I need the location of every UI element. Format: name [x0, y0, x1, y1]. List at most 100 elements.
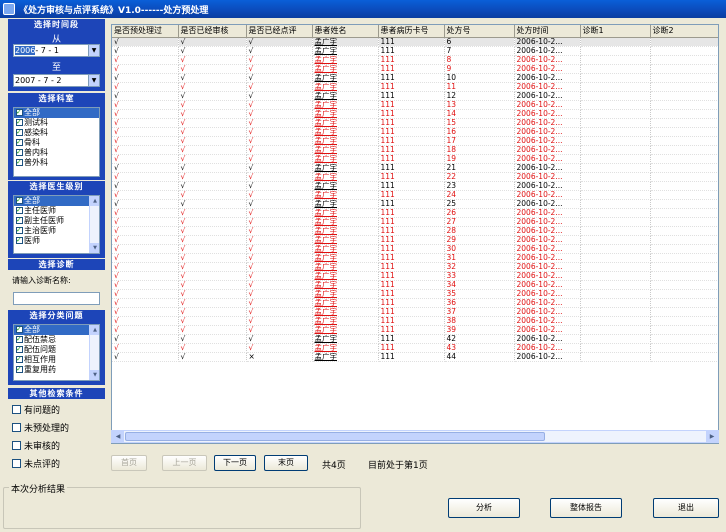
- table-row[interactable]: √ √ √ 孟广宇 111 36 2006-10-2...: [112, 298, 718, 308]
- checkbox-icon[interactable]: [16, 215, 23, 225]
- table-row[interactable]: √ √ √ 孟广宇 111 16 2006-10-2...: [112, 127, 718, 137]
- checkbox-icon[interactable]: [16, 157, 23, 167]
- problem-type-list[interactable]: 全部 配伍禁忌 配伍问题 相互作用 重复用药 ▲ ▼: [13, 324, 100, 381]
- scroll-down-icon[interactable]: ▼: [90, 243, 99, 253]
- table-row[interactable]: √ √ √ 孟广宇 111 22 2006-10-2...: [112, 172, 718, 182]
- table-row[interactable]: √ √ √ 孟广宇 111 21 2006-10-2...: [112, 163, 718, 173]
- table-row[interactable]: √ √ √ 孟广宇 111 24 2006-10-2...: [112, 190, 718, 200]
- checkbox-icon[interactable]: [16, 325, 23, 334]
- table-row[interactable]: √ √ √ 孟广宇 111 14 2006-10-2...: [112, 109, 718, 119]
- column-header[interactable]: 患者病历卡号: [378, 25, 445, 38]
- column-header[interactable]: 是否预处理过: [112, 25, 179, 38]
- checkbox-icon[interactable]: [16, 235, 23, 245]
- checkbox-icon[interactable]: [12, 405, 21, 414]
- column-header[interactable]: 处方时间: [514, 25, 581, 38]
- first-page-button[interactable]: 首页: [111, 455, 147, 471]
- column-header[interactable]: 患者姓名: [312, 25, 379, 38]
- scroll-right-icon[interactable]: ▶: [706, 431, 718, 442]
- table-row[interactable]: √ √ √ 孟广宇 111 30 2006-10-2...: [112, 244, 718, 254]
- table-row[interactable]: √ √ √ 孟广宇 111 27 2006-10-2...: [112, 217, 718, 227]
- table-row[interactable]: √ √ √ 孟广宇 111 19 2006-10-2...: [112, 154, 718, 164]
- checkbox-icon[interactable]: [16, 225, 23, 235]
- last-page-button[interactable]: 末页: [264, 455, 308, 471]
- to-date-picker[interactable]: 2007 - 7 - 2 ▼: [13, 74, 100, 87]
- table-row[interactable]: √ √ × 孟广宇 111 44 2006-10-2...: [112, 352, 718, 362]
- problem-type-item[interactable]: 相互作用: [14, 354, 99, 365]
- filter-not-preprocessed[interactable]: 未预处理的: [12, 421, 69, 434]
- doctor-level-item[interactable]: 医师: [14, 235, 99, 246]
- overall-report-button[interactable]: 整体报告: [550, 498, 622, 518]
- department-item[interactable]: 骨科: [14, 137, 99, 148]
- table-row[interactable]: √ √ √ 孟广宇 111 28 2006-10-2...: [112, 226, 718, 236]
- diagnosis-input[interactable]: [13, 292, 100, 305]
- doctor-level-list[interactable]: 全部 主任医师 副主任医师 主治医师 医师 ▲ ▼: [13, 195, 100, 254]
- checkbox-icon[interactable]: [16, 354, 23, 364]
- column-header[interactable]: 处方号: [444, 25, 515, 38]
- table-row[interactable]: √ √ √ 孟广宇 111 12 2006-10-2...: [112, 91, 718, 101]
- table-row[interactable]: √ √ √ 孟广宇 111 31 2006-10-2...: [112, 253, 718, 263]
- table-row[interactable]: √ √ √ 孟广宇 111 23 2006-10-2...: [112, 181, 718, 191]
- department-item[interactable]: 普内科: [14, 147, 99, 158]
- checkbox-icon[interactable]: [16, 334, 23, 344]
- column-header[interactable]: 是否已经点评: [246, 25, 313, 38]
- checkbox-icon[interactable]: [16, 117, 23, 127]
- checkbox-icon[interactable]: [12, 441, 21, 450]
- department-list[interactable]: 全部 测试科 感染科 骨科 普内科 普外科: [13, 107, 100, 177]
- doctor-level-item[interactable]: 主治医师: [14, 225, 99, 236]
- table-row[interactable]: √ √ √ 孟广宇 111 26 2006-10-2...: [112, 208, 718, 218]
- table-row[interactable]: √ √ √ 孟广宇 111 7 2006-10-2...: [112, 46, 718, 56]
- table-row[interactable]: √ √ √ 孟广宇 111 42 2006-10-2...: [112, 334, 718, 344]
- table-row[interactable]: √ √ √ 孟广宇 111 18 2006-10-2...: [112, 145, 718, 155]
- filter-not-commented[interactable]: 未点评的: [12, 457, 60, 470]
- table-row[interactable]: √ √ √ 孟广宇 111 34 2006-10-2...: [112, 280, 718, 290]
- checkbox-icon[interactable]: [16, 127, 23, 137]
- problem-type-item[interactable]: 配伍禁忌: [14, 334, 99, 345]
- table-row[interactable]: √ √ √ 孟广宇 111 11 2006-10-2...: [112, 82, 718, 92]
- prev-page-button[interactable]: 上一页: [162, 455, 207, 471]
- department-item[interactable]: 测试科: [14, 117, 99, 128]
- doctor-list-scrollbar[interactable]: ▲ ▼: [89, 196, 99, 253]
- checkbox-icon[interactable]: [16, 205, 23, 215]
- scroll-left-icon[interactable]: ◀: [112, 431, 124, 442]
- problem-type-item[interactable]: 全部: [14, 325, 99, 335]
- problem-list-scrollbar[interactable]: ▲ ▼: [89, 325, 99, 380]
- table-row[interactable]: √ √ √ 孟广宇 111 38 2006-10-2...: [112, 316, 718, 326]
- chevron-down-icon[interactable]: ▼: [88, 45, 99, 56]
- grid-horizontal-scrollbar[interactable]: ◀ ▶: [111, 430, 719, 443]
- scroll-up-icon[interactable]: ▲: [90, 196, 99, 206]
- table-row[interactable]: √ √ √ 孟广宇 111 13 2006-10-2...: [112, 100, 718, 110]
- table-row[interactable]: √ √ √ 孟广宇 111 33 2006-10-2...: [112, 271, 718, 281]
- table-row[interactable]: √ √ √ 孟广宇 111 25 2006-10-2...: [112, 199, 718, 209]
- table-row[interactable]: √ √ √ 孟广宇 111 9 2006-10-2...: [112, 64, 718, 74]
- column-header[interactable]: 诊断2: [650, 25, 718, 38]
- table-row[interactable]: √ √ √ 孟广宇 111 17 2006-10-2...: [112, 136, 718, 146]
- exit-button[interactable]: 退出: [653, 498, 719, 518]
- table-row[interactable]: √ √ √ 孟广宇 111 8 2006-10-2...: [112, 55, 718, 65]
- table-row[interactable]: √ √ √ 孟广宇 111 43 2006-10-2...: [112, 343, 718, 353]
- checkbox-icon[interactable]: [12, 459, 21, 468]
- scroll-thumb[interactable]: [125, 432, 545, 441]
- filter-has-problem[interactable]: 有问题的: [12, 403, 60, 416]
- doctor-level-item[interactable]: 全部: [14, 196, 99, 206]
- problem-type-item[interactable]: 重复用药: [14, 364, 99, 375]
- next-page-button[interactable]: 下一页: [214, 455, 256, 471]
- checkbox-icon[interactable]: [16, 147, 23, 157]
- analyze-button[interactable]: 分析: [448, 498, 520, 518]
- table-row[interactable]: √ √ √ 孟广宇 111 39 2006-10-2...: [112, 325, 718, 335]
- doctor-level-item[interactable]: 主任医师: [14, 205, 99, 216]
- checkbox-icon[interactable]: [16, 137, 23, 147]
- checkbox-icon[interactable]: [16, 108, 23, 117]
- column-header[interactable]: 是否已经审核: [178, 25, 247, 38]
- checkbox-icon[interactable]: [12, 423, 21, 432]
- table-row[interactable]: √ √ √ 孟广宇 111 6 2006-10-2...: [112, 37, 718, 47]
- table-row[interactable]: √ √ √ 孟广宇 111 35 2006-10-2...: [112, 289, 718, 299]
- from-date-picker[interactable]: 2006- 7 - 1 ▼: [13, 44, 100, 57]
- filter-not-audited[interactable]: 未审核的: [12, 439, 60, 452]
- department-item[interactable]: 全部: [14, 108, 99, 118]
- table-row[interactable]: √ √ √ 孟广宇 111 32 2006-10-2...: [112, 262, 718, 272]
- checkbox-icon[interactable]: [16, 364, 23, 374]
- department-item[interactable]: 感染科: [14, 127, 99, 138]
- table-row[interactable]: √ √ √ 孟广宇 111 15 2006-10-2...: [112, 118, 718, 128]
- checkbox-icon[interactable]: [16, 196, 23, 205]
- chevron-down-icon[interactable]: ▼: [88, 75, 99, 86]
